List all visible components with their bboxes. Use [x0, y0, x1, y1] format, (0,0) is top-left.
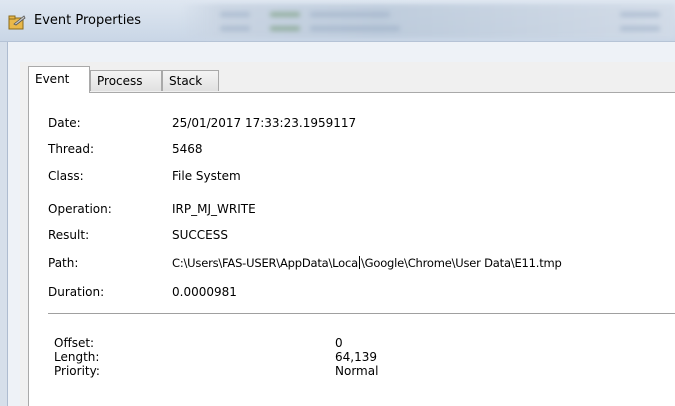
blurred-background: [180, 4, 675, 38]
date-row: Date:: [48, 116, 81, 132]
window-left-border: [0, 42, 8, 406]
path-value-end: \Google\Chrome\User Data\E11.tmp: [361, 256, 562, 270]
event-properties-icon: [8, 15, 26, 30]
blur-bar: [310, 12, 390, 17]
blur-bar: [620, 12, 660, 17]
date-value: 25/01/2017 17:33:23.1959117: [172, 116, 357, 130]
offset-label: Offset:: [54, 336, 95, 350]
blur-bar: [270, 12, 300, 17]
offset-value: 0: [335, 336, 343, 350]
operation-value: IRP_MJ_WRITE: [172, 202, 256, 216]
length-value: 64,139: [335, 350, 377, 364]
blur-bar: [220, 12, 250, 17]
priority-value: Normal: [335, 364, 379, 378]
operation-row: Operation:: [48, 202, 112, 218]
tab-event[interactable]: Event: [28, 66, 90, 93]
path-label: Path:: [48, 256, 79, 270]
blur-bar: [270, 26, 300, 31]
path-value[interactable]: C:\Users\FAS-USER\AppData\Loca \Google\Ch…: [172, 256, 562, 270]
divider-highlight: [48, 314, 675, 315]
window-title: Event Properties: [34, 13, 142, 28]
class-value: File System: [172, 169, 241, 183]
blur-bar: [310, 26, 400, 31]
duration-value: 0.0000981: [172, 285, 237, 299]
date-label: Date:: [48, 116, 81, 130]
tab-process[interactable]: Process: [90, 70, 162, 91]
operation-label: Operation:: [48, 202, 112, 216]
result-row: Result:: [48, 228, 89, 244]
thread-value: 5468: [172, 142, 203, 156]
path-row: Path:: [48, 256, 78, 272]
duration-row: Duration:: [48, 285, 104, 301]
length-label: Length:: [54, 350, 100, 364]
path-value-start: C:\Users\FAS-USER\AppData\Loca: [172, 256, 358, 270]
result-label: Result:: [48, 228, 90, 242]
blur-bar: [620, 26, 660, 31]
tab-stack[interactable]: Stack: [162, 70, 219, 91]
duration-label: Duration:: [48, 285, 105, 299]
class-row: Class:: [48, 169, 84, 185]
priority-label: Priority:: [54, 364, 100, 378]
thread-row: Thread:: [48, 142, 94, 158]
class-label: Class:: [48, 169, 84, 183]
thread-label: Thread:: [48, 142, 95, 156]
result-value: SUCCESS: [172, 228, 228, 242]
text-cursor: [359, 256, 360, 269]
blur-bar: [220, 26, 250, 31]
title-bar[interactable]: Event Properties: [0, 0, 675, 42]
